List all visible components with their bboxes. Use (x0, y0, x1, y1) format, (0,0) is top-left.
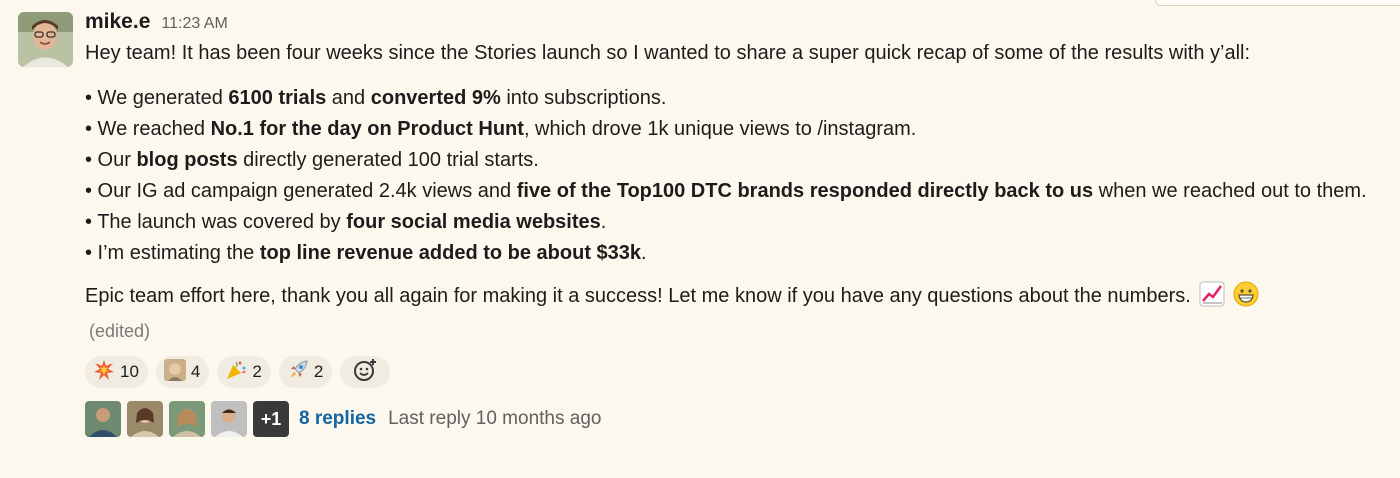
participant-avatar[interactable] (211, 401, 247, 437)
reaction-count: 2 (252, 362, 262, 381)
party-popper-icon (225, 359, 247, 386)
reactions-bar: 10 4 2 2 (85, 356, 1385, 388)
bullet-item: • Our blog posts directly generated 100 … (85, 149, 539, 171)
reaction-count: 4 (190, 362, 201, 381)
timestamp[interactable]: 11:23 AM (161, 15, 227, 33)
reaction-custom-face[interactable]: 4 (155, 356, 210, 388)
thread-summary[interactable]: +1 8 replies Last reply 10 months ago (85, 401, 1385, 437)
message-intro: Hey team! It has been four weeks since t… (85, 42, 1251, 64)
bullet-item: • We reached No.1 for the day on Product… (85, 118, 917, 140)
edited-label: (edited) (89, 321, 151, 341)
add-emoji-icon (352, 357, 378, 388)
reaction-count: 10 (120, 362, 139, 381)
more-participants-badge[interactable]: +1 (253, 401, 289, 437)
add-reaction-button[interactable] (340, 356, 391, 388)
message-actions-bar (1155, 0, 1400, 6)
rocket-icon (287, 359, 309, 386)
message-outro: Epic team effort here, thank you all aga… (85, 281, 1385, 317)
participant-avatar[interactable] (169, 401, 205, 437)
custom-face-icon (163, 358, 186, 386)
replies-link[interactable]: 8 replies (299, 408, 376, 430)
participant-avatar[interactable] (85, 401, 121, 437)
outro-text: Epic team effort here, thank you all aga… (85, 285, 1191, 307)
reaction-party-popper[interactable]: 2 (217, 356, 271, 388)
grinning-face-icon (1233, 281, 1259, 317)
chart-increasing-icon (1199, 281, 1225, 317)
reaction-count: 2 (313, 362, 324, 381)
reaction-rocket[interactable]: 2 (278, 356, 333, 388)
bullet-item: • Our IG ad campaign generated 2.4k view… (85, 180, 1367, 202)
reaction-collision[interactable]: 10 (85, 356, 148, 388)
avatar[interactable] (18, 12, 73, 67)
participant-avatar[interactable] (127, 401, 163, 437)
bullet-item: • I’m estimating the top line revenue ad… (85, 242, 647, 264)
bullet-item: • We generated 6100 trials and converted… (85, 87, 667, 109)
last-reply-text: Last reply 10 months ago (388, 408, 602, 429)
sender-name[interactable]: mike.e (85, 10, 150, 34)
bullet-list: • We generated 6100 trials and converted… (85, 83, 1385, 269)
collision-icon (93, 359, 115, 386)
bullet-item: • The launch was covered by four social … (85, 211, 607, 233)
